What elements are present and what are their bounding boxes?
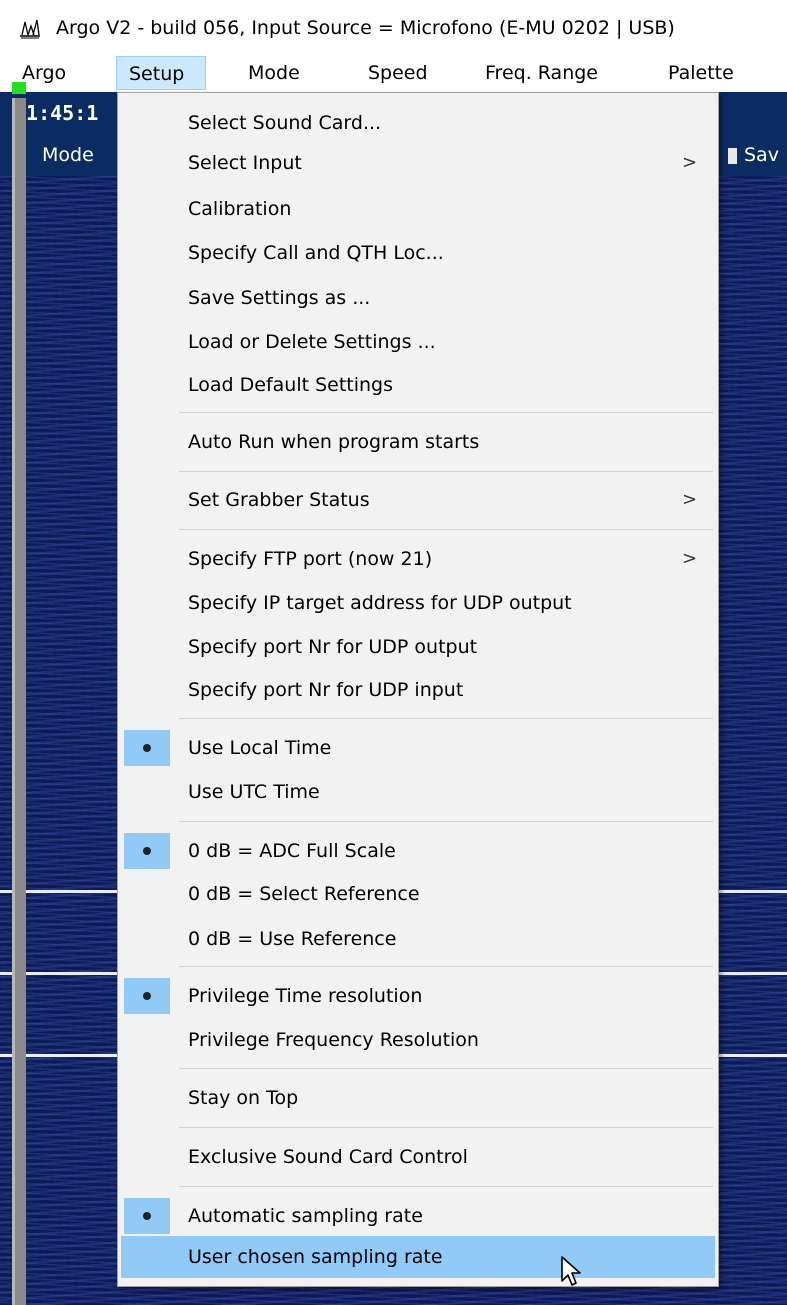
- menu-item-label: Stay on Top: [188, 1087, 299, 1109]
- menu-item-privilege-time-resolution[interactable]: Privilege Time resolution: [121, 978, 715, 1014]
- menu-bar: Argo Setup Mode Speed Freq. Range Palett…: [0, 56, 787, 92]
- radio-selected-indicator: [124, 1198, 170, 1234]
- radio-dot-icon: [143, 847, 151, 855]
- menu-item-save-settings-as[interactable]: Save Settings as ...: [121, 280, 715, 316]
- menu-separator: [179, 718, 713, 719]
- menu-speed[interactable]: Speed: [356, 56, 440, 90]
- menu-item-label: Use Local Time: [188, 737, 332, 759]
- menu-item-label: Privilege Time resolution: [188, 985, 423, 1007]
- submenu-arrow-icon: >: [682, 152, 698, 173]
- menu-item-label: Select Input: [188, 152, 302, 174]
- menu-item-label: Load Default Settings: [188, 374, 394, 396]
- menu-item-load-default-settings[interactable]: Load Default Settings: [121, 367, 715, 403]
- save-label[interactable]: Sav: [744, 134, 779, 176]
- title-bar: Argo V2 - build 056, Input Source = Micr…: [0, 0, 787, 56]
- menu-item-label: User chosen sampling rate: [188, 1246, 443, 1268]
- menu-separator: [179, 1068, 713, 1069]
- menu-item-adc-full-scale[interactable]: 0 dB = ADC Full Scale: [121, 833, 715, 869]
- menu-palette[interactable]: Palette: [656, 56, 746, 90]
- mouse-pointer-icon: [561, 1256, 581, 1286]
- menu-item-use-utc-time[interactable]: Use UTC Time: [121, 774, 715, 810]
- menu-item-select-input[interactable]: Select Input >: [121, 145, 715, 181]
- menu-item-automatic-sampling-rate[interactable]: Automatic sampling rate: [121, 1198, 715, 1234]
- menu-item-label: Exclusive Sound Card Control: [188, 1146, 468, 1168]
- menu-item-label: Select Sound Card...: [188, 112, 382, 134]
- menu-item-specify-ftp-port[interactable]: Specify FTP port (now 21) >: [121, 541, 715, 577]
- menu-item-label: Set Grabber Status: [188, 489, 370, 511]
- menu-item-load-delete-settings[interactable]: Load or Delete Settings ...: [121, 324, 715, 360]
- setup-dropdown-menu: Select Sound Card... Select Input > Cali…: [117, 92, 719, 1287]
- menu-item-label: Specify IP target address for UDP output: [188, 592, 572, 614]
- menu-separator: [179, 1127, 713, 1128]
- menu-item-use-local-time[interactable]: Use Local Time: [121, 730, 715, 766]
- menu-item-label: Automatic sampling rate: [188, 1205, 423, 1227]
- menu-item-user-chosen-sampling-rate[interactable]: User chosen sampling rate: [121, 1236, 715, 1278]
- menu-item-label: Use UTC Time: [188, 781, 320, 803]
- menu-item-udp-input-port[interactable]: Specify port Nr for UDP input: [121, 672, 715, 708]
- window-title: Argo V2 - build 056, Input Source = Micr…: [56, 17, 675, 39]
- mode-button[interactable]: Mode: [42, 134, 94, 176]
- radio-dot-icon: [143, 992, 151, 1000]
- menu-item-label: 0 dB = ADC Full Scale: [188, 840, 396, 862]
- menu-freq-range[interactable]: Freq. Range: [473, 56, 610, 90]
- menu-item-select-sound-card[interactable]: Select Sound Card...: [121, 105, 715, 141]
- menu-item-label: Specify Call and QTH Loc...: [188, 242, 444, 264]
- menu-item-label: Calibration: [188, 198, 292, 220]
- radio-selected-indicator: [124, 833, 170, 869]
- menu-item-udp-output-port[interactable]: Specify port Nr for UDP output: [121, 629, 715, 665]
- menu-item-use-reference[interactable]: 0 dB = Use Reference: [121, 921, 715, 957]
- menu-item-set-grabber-status[interactable]: Set Grabber Status >: [121, 482, 715, 518]
- menu-item-label: Specify FTP port (now 21): [188, 548, 433, 570]
- menu-item-label: Specify port Nr for UDP input: [188, 679, 464, 701]
- submenu-arrow-icon: >: [682, 489, 698, 510]
- clock-display: 11:45:1: [14, 101, 99, 125]
- menu-separator: [179, 966, 713, 967]
- argo-app-icon: [20, 19, 40, 39]
- menu-item-label: Specify port Nr for UDP output: [188, 636, 478, 658]
- save-checkbox[interactable]: [728, 148, 737, 164]
- menu-item-label: Privilege Frequency Resolution: [188, 1029, 479, 1051]
- menu-separator: [179, 529, 713, 530]
- radio-dot-icon: [143, 1212, 151, 1220]
- menu-item-exclusive-sound-card-control[interactable]: Exclusive Sound Card Control: [121, 1139, 715, 1175]
- menu-item-label: Auto Run when program starts: [188, 431, 480, 453]
- menu-item-privilege-frequency-resolution[interactable]: Privilege Frequency Resolution: [121, 1022, 715, 1058]
- menu-item-label: 0 dB = Select Reference: [188, 883, 420, 905]
- menu-item-auto-run[interactable]: Auto Run when program starts: [121, 424, 715, 460]
- radio-selected-indicator: [124, 978, 170, 1014]
- menu-separator: [179, 821, 713, 822]
- menu-setup[interactable]: Setup: [116, 56, 206, 90]
- menu-item-select-reference[interactable]: 0 dB = Select Reference: [121, 876, 715, 912]
- menu-item-specify-call-qth[interactable]: Specify Call and QTH Loc...: [121, 235, 715, 271]
- menu-item-label: 0 dB = Use Reference: [188, 928, 397, 950]
- menu-separator: [179, 471, 713, 472]
- radio-dot-icon: [143, 744, 151, 752]
- menu-item-udp-target-address[interactable]: Specify IP target address for UDP output: [121, 585, 715, 621]
- level-indicator-icon: [12, 82, 26, 94]
- submenu-arrow-icon: >: [682, 548, 698, 569]
- menu-item-label: Load or Delete Settings ...: [188, 331, 436, 353]
- menu-item-calibration[interactable]: Calibration: [121, 191, 715, 227]
- menu-mode[interactable]: Mode: [236, 56, 312, 90]
- menu-separator: [179, 1186, 713, 1187]
- radio-selected-indicator: [124, 730, 170, 766]
- menu-item-stay-on-top[interactable]: Stay on Top: [121, 1080, 715, 1116]
- menu-item-label: Save Settings as ...: [188, 287, 371, 309]
- menu-separator: [179, 412, 713, 413]
- level-meter: [12, 98, 26, 1305]
